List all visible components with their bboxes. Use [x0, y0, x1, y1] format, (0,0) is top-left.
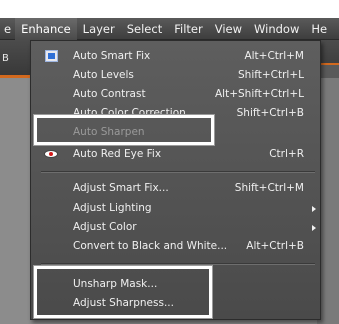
menu-item-auto-red-eye-fix[interactable]: Auto Red Eye Fix Ctrl+R — [31, 145, 320, 164]
menu-view[interactable]: View — [209, 18, 248, 40]
menu-item-adjust-color[interactable]: Adjust Color — [31, 218, 320, 237]
menu-item-adjust-smart-fix[interactable]: Adjust Smart Fix... Shift+Ctrl+M — [31, 179, 320, 198]
menu-item-auto-smart-fix[interactable]: Auto Smart Fix Alt+Ctrl+M — [31, 47, 320, 66]
screen: B e Enhance Layer Select Filter View Win… — [0, 0, 339, 324]
menu-item-adjust-lighting[interactable]: Adjust Lighting — [31, 199, 320, 218]
menu-window[interactable]: Window — [248, 18, 305, 40]
menu-item-auto-levels[interactable]: Auto Levels Shift+Ctrl+L — [31, 66, 320, 85]
menu-enhance[interactable]: Enhance — [15, 17, 77, 40]
menu-filter[interactable]: Filter — [168, 18, 208, 40]
menu-image[interactable]: e — [0, 18, 15, 40]
menu-item-convert-black-white[interactable]: Convert to Black and White... Alt+Ctrl+B — [31, 237, 320, 256]
menu-separator — [41, 263, 315, 265]
submenu-arrow-icon — [312, 225, 316, 231]
highlight-box-auto-sharpen — [34, 115, 214, 145]
menu-help[interactable]: He — [305, 18, 333, 40]
highlight-box-sharpen-tools — [34, 266, 212, 318]
toolbar-partial-label: B — [2, 53, 9, 64]
menu-layer[interactable]: Layer — [77, 18, 121, 40]
menu-select[interactable]: Select — [121, 18, 168, 40]
smart-fix-icon — [45, 50, 58, 62]
red-eye-icon — [44, 150, 58, 158]
menu-item-auto-contrast[interactable]: Auto Contrast Alt+Shift+Ctrl+L — [31, 85, 320, 104]
menu-separator — [41, 171, 315, 173]
menu-bar: e Enhance Layer Select Filter View Windo… — [0, 17, 339, 40]
submenu-arrow-icon — [312, 206, 316, 212]
